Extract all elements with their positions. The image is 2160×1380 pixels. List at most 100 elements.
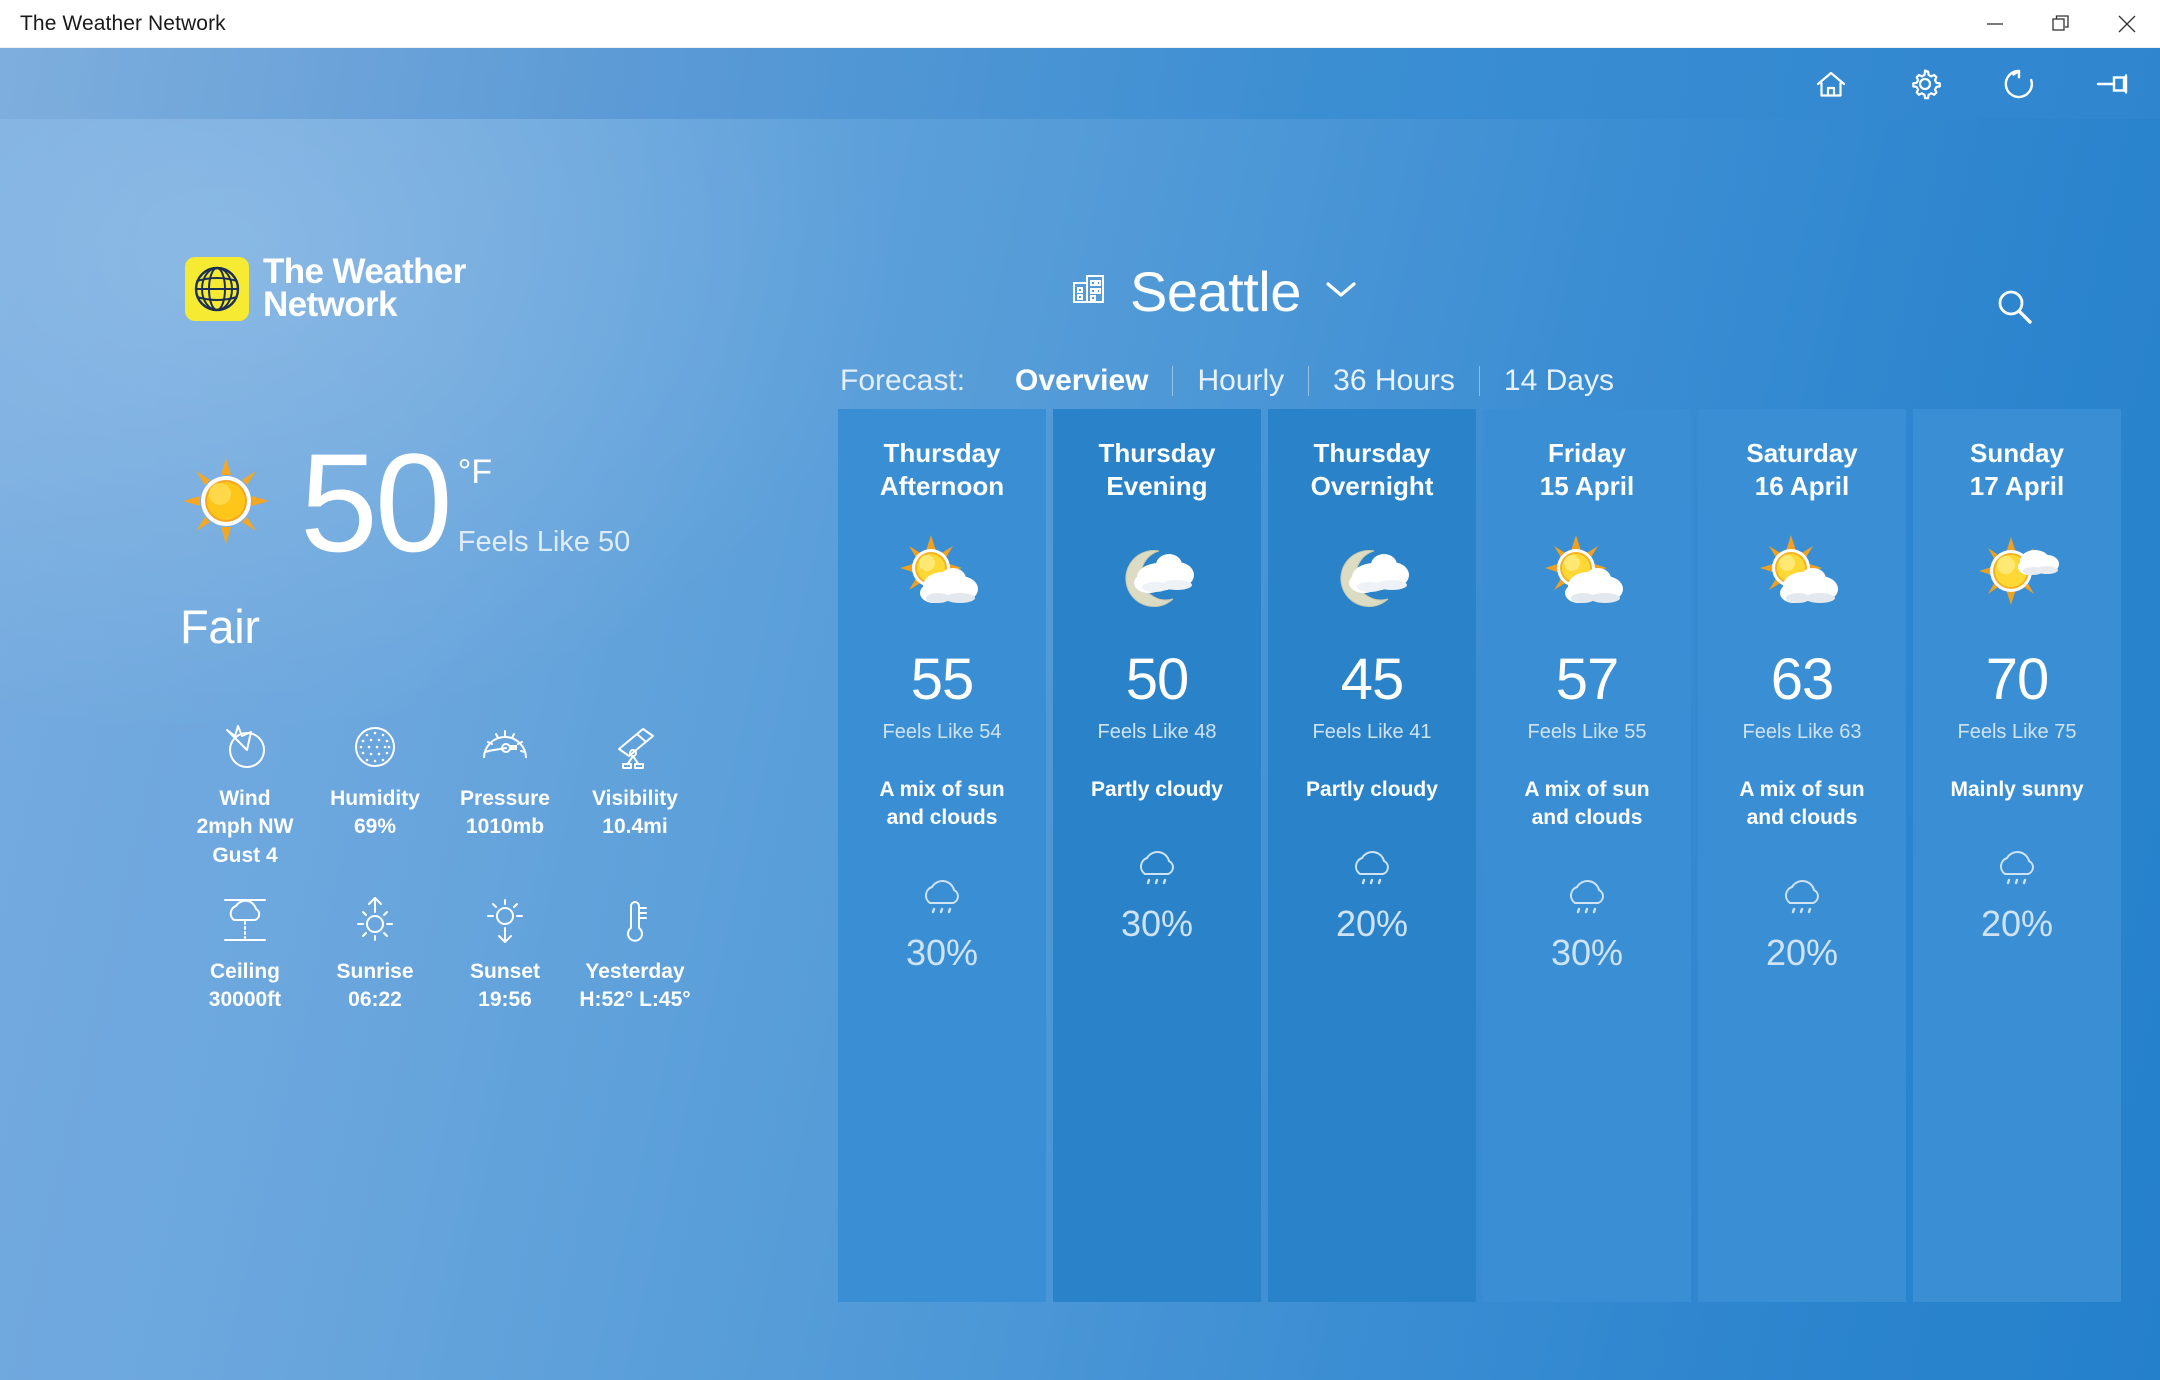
refresh-button[interactable] bbox=[1972, 48, 2066, 119]
detail-sunset: Sunset 19:56 bbox=[440, 892, 570, 1015]
rain-cloud-icon bbox=[1561, 873, 1613, 924]
detail-ceiling: Ceiling 30000ft bbox=[180, 892, 310, 1015]
detail-value: 30000ft bbox=[208, 988, 282, 1012]
forecast-card[interactable]: Thursday Afternoon 55 Feels Like 54 A mi… bbox=[838, 409, 1046, 1302]
card-feels-like: Feels Like 48 bbox=[1097, 721, 1217, 744]
tab-overview[interactable]: Overview bbox=[991, 364, 1172, 398]
forecast-tabbar: Forecast: Overview Hourly 36 Hours 14 Da… bbox=[840, 359, 1638, 403]
rain-cloud-icon bbox=[1346, 844, 1398, 895]
detail-label: Humidity bbox=[330, 787, 420, 810]
settings-button[interactable] bbox=[1878, 48, 1972, 119]
detail-metrics: Wind 2mph NW Gust 4 Humidity 69% Pressur… bbox=[180, 719, 700, 1015]
wind-icon bbox=[214, 719, 276, 775]
sun-behind-cloud-icon bbox=[1758, 531, 1846, 619]
detail-value: 2mph NW bbox=[196, 815, 294, 839]
card-feels-like: Feels Like 75 bbox=[1957, 721, 2077, 744]
current-condition: Fair bbox=[180, 600, 260, 653]
restore-button[interactable] bbox=[2028, 0, 2094, 48]
card-precip-chance: 30% bbox=[1120, 903, 1194, 945]
tab-36-hours[interactable]: 36 Hours bbox=[1309, 364, 1479, 398]
card-day: Thursday Overnight bbox=[1311, 437, 1434, 503]
card-precip-chance: 30% bbox=[905, 931, 979, 973]
card-feels-like: Feels Like 63 bbox=[1742, 721, 1862, 744]
forecast-card[interactable]: Thursday Overnight 45 Feels Like 41 Part… bbox=[1268, 409, 1476, 1302]
card-precip-chance: 20% bbox=[1765, 931, 1839, 973]
card-temperature: 45 bbox=[1340, 647, 1405, 713]
main-stage: The Weather Network Seattle Forecast: Ov… bbox=[0, 119, 2160, 1380]
pin-button[interactable] bbox=[2066, 48, 2160, 119]
card-day-name: Thursday bbox=[1313, 438, 1431, 468]
close-button[interactable] bbox=[2094, 0, 2160, 48]
detail-label: Pressure bbox=[460, 787, 550, 810]
sun-small-cloud-icon bbox=[1973, 531, 2061, 619]
card-day-name: Sunday bbox=[1970, 438, 2064, 468]
forecast-cards: Thursday Afternoon 55 Feels Like 54 A mi… bbox=[838, 409, 2121, 1302]
detail-label: Sunset bbox=[469, 960, 540, 984]
detail-label: Wind bbox=[219, 787, 271, 810]
detail-humidity: Humidity 69% bbox=[310, 719, 440, 870]
pressure-icon bbox=[474, 719, 536, 775]
detail-visibility: Visibility 10.4mi bbox=[570, 719, 700, 870]
card-temperature: 50 bbox=[1125, 647, 1190, 713]
card-precip-chance: 20% bbox=[1980, 903, 2054, 945]
card-day-name: Saturday bbox=[1746, 438, 1858, 468]
rain-cloud-icon bbox=[1776, 873, 1828, 924]
rain-cloud-icon bbox=[1991, 844, 2043, 895]
moon-behind-cloud-icon bbox=[1328, 531, 1416, 619]
current-meta: °F Feels Like 50 bbox=[458, 439, 631, 559]
sunset-icon bbox=[474, 892, 536, 948]
tab-14-days[interactable]: 14 Days bbox=[1480, 364, 1638, 398]
detail-label: Yesterday bbox=[585, 960, 685, 984]
forecast-card[interactable]: Thursday Evening 50 Feels Like 48 Partly… bbox=[1053, 409, 1261, 1302]
detail-wind: Wind 2mph NW Gust 4 bbox=[180, 719, 310, 870]
detail-value: 10.4mi bbox=[602, 815, 668, 839]
card-feels-like: Feels Like 55 bbox=[1527, 721, 1647, 744]
home-button[interactable] bbox=[1784, 48, 1878, 119]
ceiling-icon bbox=[214, 892, 276, 948]
pin-icon bbox=[2092, 63, 2134, 105]
card-condition: Mainly sunny bbox=[1950, 778, 2084, 802]
forecast-card[interactable]: Saturday 16 April 63 Feels Like 63 A mix… bbox=[1698, 409, 1906, 1302]
card-day-period: Overnight bbox=[1310, 471, 1434, 502]
chevron-down-icon[interactable] bbox=[1321, 275, 1361, 308]
detail-label: Visibility bbox=[592, 787, 678, 810]
card-day: Saturday 16 April bbox=[1746, 437, 1857, 503]
window-titlebar: The Weather Network bbox=[0, 0, 2160, 48]
card-day-name: Thursday bbox=[1098, 438, 1216, 468]
card-temperature: 70 bbox=[1985, 647, 2050, 713]
search-button[interactable] bbox=[1975, 269, 2055, 349]
card-day-period: Evening bbox=[1106, 471, 1208, 502]
card-temperature: 63 bbox=[1770, 647, 1835, 713]
sun-behind-cloud-icon bbox=[1543, 531, 1631, 619]
forecast-card[interactable]: Friday 15 April 57 Feels Like 55 A mix o… bbox=[1483, 409, 1691, 1302]
detail-sunrise: Sunrise 06:22 bbox=[310, 892, 440, 1015]
card-condition: Partly cloudy bbox=[1091, 778, 1223, 802]
card-day-period: Afternoon bbox=[879, 471, 1005, 502]
forecast-card[interactable]: Sunday 17 April 70 Feels Like 75 Mainly … bbox=[1913, 409, 2121, 1302]
card-temperature: 55 bbox=[910, 647, 975, 713]
card-condition: A mix of sun and clouds bbox=[1524, 778, 1650, 830]
card-day-period: 15 April bbox=[1539, 471, 1635, 502]
card-day-name: Thursday bbox=[883, 438, 1001, 468]
city-header[interactable]: Seattle bbox=[1070, 259, 1361, 324]
detail-extra: Gust 4 bbox=[212, 843, 278, 867]
minimize-button[interactable] bbox=[1962, 0, 2028, 48]
temperature-unit: °F bbox=[457, 453, 493, 491]
card-condition: A mix of sun and clouds bbox=[1739, 778, 1865, 830]
detail-pressure: Pressure 1010mb bbox=[440, 719, 570, 870]
thermometer-icon bbox=[604, 892, 666, 948]
buildings-icon bbox=[1070, 269, 1110, 314]
card-day: Friday 15 April bbox=[1540, 437, 1634, 503]
card-temperature: 57 bbox=[1555, 647, 1620, 713]
window-title: The Weather Network bbox=[20, 11, 226, 35]
moon-behind-cloud-icon bbox=[1113, 531, 1201, 619]
tab-hourly[interactable]: Hourly bbox=[1173, 364, 1308, 398]
brand-logo[interactable]: The Weather Network bbox=[185, 254, 466, 322]
detail-label: Sunrise bbox=[336, 960, 414, 984]
sun-behind-cloud-icon bbox=[898, 531, 986, 619]
brand-wordmark: The Weather Network bbox=[263, 254, 466, 322]
card-day-name: Friday bbox=[1547, 438, 1627, 468]
detail-value: 06:22 bbox=[348, 988, 402, 1012]
detail-value: 19:56 bbox=[478, 988, 532, 1012]
detail-label: Ceiling bbox=[209, 960, 280, 984]
